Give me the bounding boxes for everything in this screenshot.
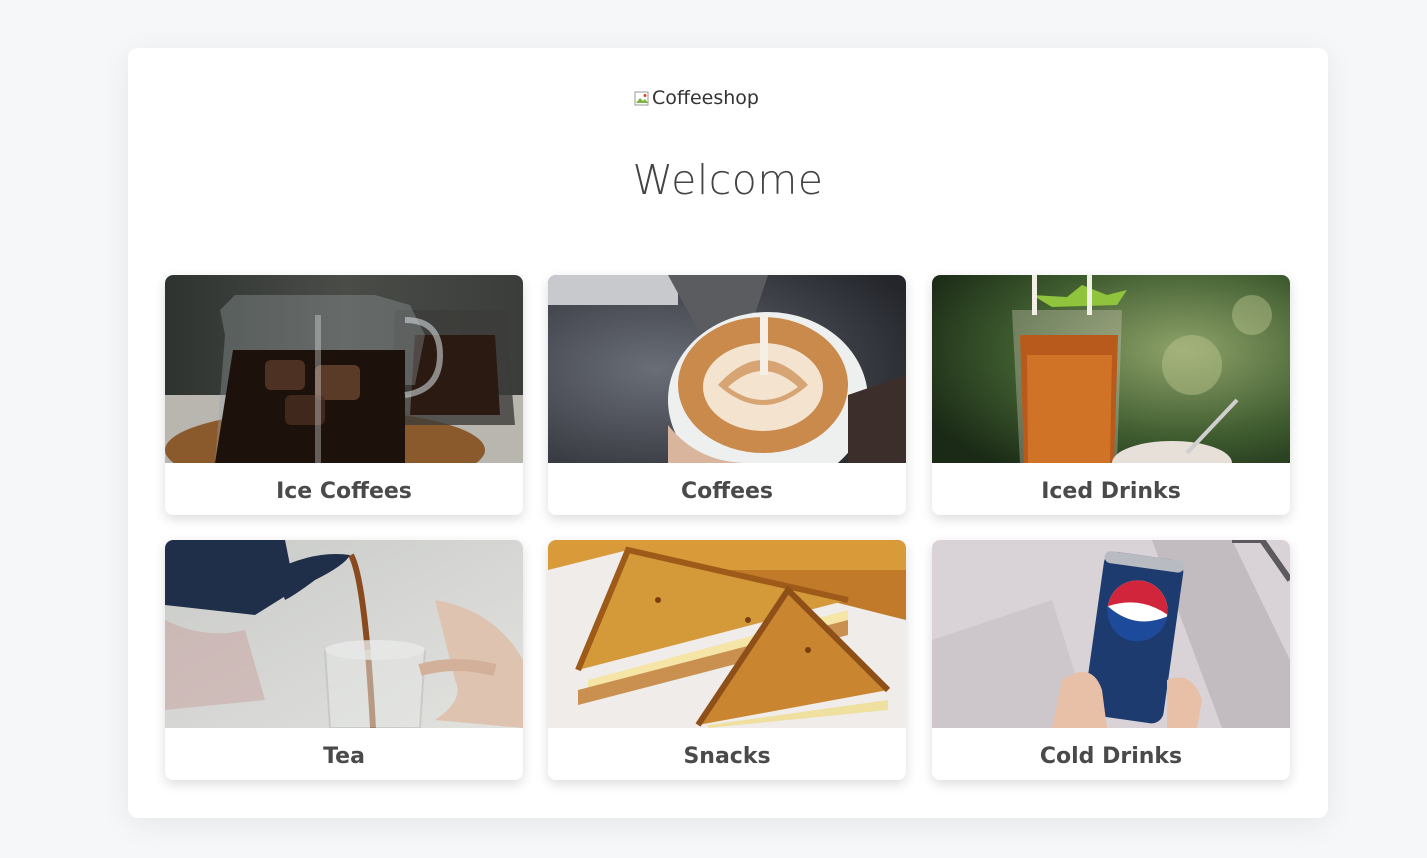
- category-tile-iced-drinks[interactable]: Iced Drinks: [932, 275, 1290, 515]
- main-card: Coffeeshop Welcome Ice Coffees Coffees I…: [128, 48, 1328, 818]
- iced-coffee-pitcher-photo: [165, 275, 523, 463]
- broken-image-icon: [634, 90, 650, 106]
- category-label: Coffees: [680, 479, 774, 504]
- logo-alt-text: Coffeeshop: [652, 87, 759, 109]
- category-tile-snacks[interactable]: Snacks: [548, 540, 906, 780]
- category-label: Tea: [323, 744, 365, 769]
- category-tile-cold-drinks[interactable]: Cold Drinks: [932, 540, 1290, 780]
- logo[interactable]: Coffeeshop: [634, 86, 759, 110]
- category-tile-ice-coffees[interactable]: Ice Coffees: [165, 275, 523, 515]
- page-title: Welcome: [632, 156, 824, 204]
- category-label: Cold Drinks: [1039, 744, 1183, 769]
- category-tile-coffees[interactable]: Coffees: [548, 275, 906, 515]
- category-label: Ice Coffees: [276, 479, 412, 504]
- category-label: Snacks: [683, 744, 771, 769]
- category-tile-tea[interactable]: Tea: [165, 540, 523, 780]
- latte-art-photo: [548, 275, 906, 463]
- tea-pouring-photo: [165, 540, 523, 728]
- category-label: Iced Drinks: [1041, 479, 1181, 504]
- pepsi-can-photo: [932, 540, 1290, 728]
- iced-tea-glass-photo: [932, 275, 1290, 463]
- toasted-sandwich-photo: [548, 540, 906, 728]
